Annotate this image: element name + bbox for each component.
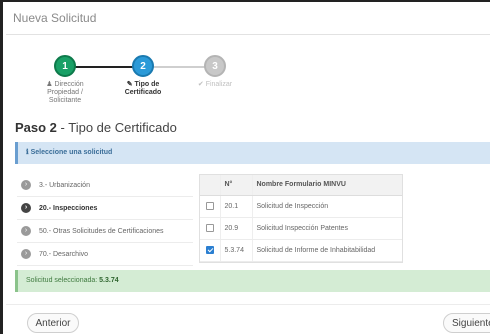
step-number: 2 — [140, 60, 146, 72]
wizard-step-3[interactable]: 3 — [204, 55, 226, 77]
arrow-circle-icon: › — [21, 180, 31, 190]
header-divider — [6, 34, 490, 35]
wizard-step-1-label: ♟ Dirección Propiedad / Solicitante — [46, 81, 84, 104]
wizard-step-3-label: ✔ Finalizar — [197, 81, 233, 88]
arrow-circle-icon: › — [21, 249, 31, 259]
table-row[interactable]: 5.3.74 Solicitud de Informe de Inhabitab… — [200, 239, 402, 262]
selected-value: 5.3.74 — [99, 277, 119, 284]
wizard-step-2[interactable]: 2 — [132, 55, 154, 77]
table-row[interactable]: 20.9 Solicitud Inspección Patentes — [200, 217, 402, 240]
arrow-circle-icon: › — [21, 226, 31, 236]
user-icon: ♟ — [46, 81, 53, 88]
selection-alert: Solicitud seleccionada: 5.3.74 — [15, 270, 490, 292]
arrow-circle-icon: › — [21, 203, 31, 213]
table-row[interactable]: 20.1 Solicitud de Inspección — [200, 195, 402, 218]
category-item-desarchivo[interactable]: › 70.- Desarchivo — [17, 243, 193, 266]
check-icon: ✔ — [197, 81, 204, 88]
row-checkbox-checked[interactable] — [205, 246, 214, 254]
row-checkbox[interactable] — [205, 224, 214, 232]
wizard-step-2-label: ✎ Tipo de Certificado — [124, 81, 162, 96]
step-number: 1 — [62, 60, 68, 72]
step-number: 3 — [212, 60, 218, 72]
row-name: Solicitud de Informe de Inhabitabilidad — [252, 239, 402, 262]
forms-table: N° Nombre Formulario MINVU 20.1 Solicitu… — [199, 174, 403, 263]
table-header-row: N° Nombre Formulario MINVU — [200, 175, 402, 196]
header-name: Nombre Formulario MINVU — [252, 175, 402, 196]
category-item-urbanizacion[interactable]: › 3.- Urbanización — [17, 174, 193, 197]
category-item-otras-solicitudes[interactable]: › 50.- Otras Solicitudes de Certificacio… — [17, 220, 193, 243]
row-name: Solicitud Inspección Patentes — [252, 217, 402, 240]
wizard-step-1[interactable]: 1 — [54, 55, 76, 77]
row-number: 20.1 — [219, 195, 253, 218]
category-item-inspecciones[interactable]: › 20.- Inspecciones — [17, 197, 193, 220]
row-name: Solicitud de Inspección — [252, 195, 402, 218]
next-button[interactable]: Siguiente — [443, 313, 490, 333]
info-alert: ℹ Seleccione una solicitud — [15, 142, 490, 164]
modal-window: Nueva Solicitud 1 2 3 ♟ Dirección Propie… — [0, 0, 490, 334]
footer-divider — [6, 304, 490, 305]
previous-button[interactable]: Anterior — [27, 313, 79, 333]
header-number: N° — [219, 175, 253, 196]
edit-icon: ✎ — [126, 81, 133, 88]
row-checkbox[interactable] — [205, 202, 214, 210]
header-check — [200, 175, 220, 196]
modal-title: Nueva Solicitud — [13, 11, 97, 25]
row-number: 5.3.74 — [219, 239, 253, 262]
page-title: Paso 2 - Tipo de Certificado — [15, 120, 177, 135]
category-list: › 3.- Urbanización › 20.- Inspecciones ›… — [17, 174, 193, 266]
row-number: 20.9 — [219, 217, 253, 240]
info-icon: ℹ — [26, 149, 29, 156]
